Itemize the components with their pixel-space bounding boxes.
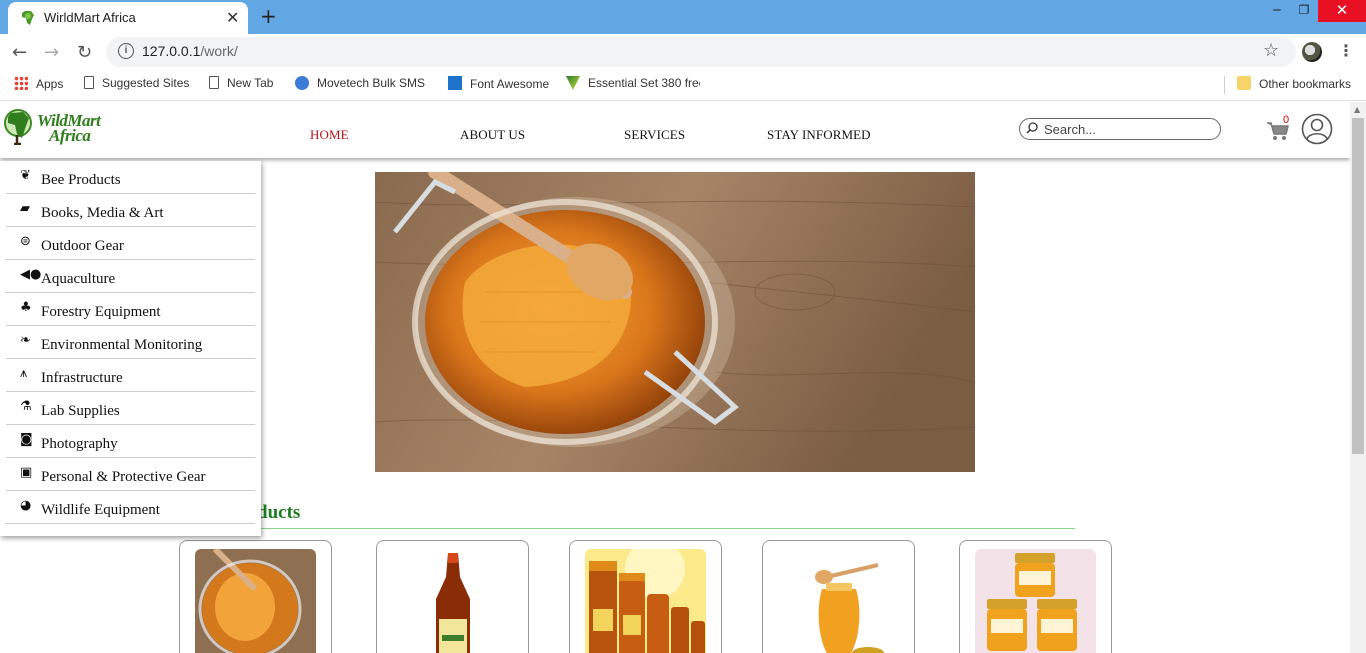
hero-honey-jar-image [375,172,975,472]
browser-toolbar: ← → ↻ i 127.0.0.1/work/ ☆ ⋮ [0,34,1366,70]
trees-icon: ♣ [20,300,32,315]
search-icon [1026,122,1038,134]
nav-about-us[interactable]: ABOUT US [460,127,525,143]
fish-icon: ◀● [20,267,42,282]
bookmarks-divider [1224,76,1225,94]
category-menu: ❦ Bee Products ▰ Books, Media & Art ⊜ Ou… [0,161,261,536]
backpack-icon: ▣ [20,465,33,480]
new-tab-icon[interactable]: + [260,4,277,28]
scrollbar-thumb[interactable] [1352,118,1364,454]
product-card[interactable] [179,540,332,653]
cart-count-badge: 0 [1283,114,1290,126]
browser-menu-icon[interactable]: ⋮ [1338,41,1354,60]
browser-titlebar: WirldMart Africa ✕ + ‒ ❐ ✕ [0,0,1366,34]
hat-icon: ⊜ [20,234,31,249]
reload-icon[interactable]: ↻ [77,42,92,63]
page-scrollbar[interactable]: ▲ [1350,102,1366,653]
window-close-icon[interactable]: ✕ [1318,0,1366,22]
category-item-wildlife-equipment[interactable]: ◕ Wildlife Equipment [6,491,255,524]
restore-icon[interactable]: ❐ [1289,3,1319,17]
africa-favicon-icon [22,11,34,25]
product-image-honeycomb-jar [195,549,316,653]
search-input[interactable] [1044,121,1214,137]
bookmark-new-tab[interactable]: New Tab [209,76,273,90]
category-item-books-media-art[interactable]: ▰ Books, Media & Art [6,194,255,227]
category-item-bee-products[interactable]: ❦ Bee Products [6,161,255,194]
section-divider [230,528,1075,529]
bookmark-other[interactable]: Other bookmarks [1237,76,1351,91]
nav-services[interactable]: SERVICES [624,127,685,143]
elephant-icon: ◕ [20,498,32,513]
page-icon [209,76,219,89]
product-image-honey-jars-set [585,549,706,653]
logo-wordmark: WildMart Africa [37,111,101,145]
category-item-outdoor-gear[interactable]: ⊜ Outdoor Gear [6,227,255,260]
apps-grid-icon [14,76,28,90]
nav-home[interactable]: HOME [310,127,349,143]
info-icon[interactable]: i [118,43,134,59]
flag-icon [448,76,462,90]
category-item-environmental-monitoring[interactable]: ❧ Environmental Monitoring [6,326,255,359]
product-image-honey-dipper-jar [778,549,899,653]
page-icon [84,76,94,89]
site-search[interactable] [1019,118,1221,140]
leaf-icon: ❧ [20,333,31,348]
nav-stay-informed[interactable]: STAY INFORMED [767,127,871,143]
address-bar[interactable]: i 127.0.0.1/work/ ☆ [106,37,1296,67]
product-image-honey-bottle [392,549,513,653]
back-icon[interactable]: ← [12,42,27,63]
site-header: WildMart Africa HOME ABOUT US SERVICES S… [0,102,1350,158]
bookmark-suggested-sites[interactable]: Suggested Sites [84,76,189,90]
category-item-lab-supplies[interactable]: ⚗ Lab Supplies [6,392,255,425]
product-card[interactable] [959,540,1112,653]
category-item-photography[interactable]: ◙ Photography [6,425,255,458]
bee-icon: ❦ [20,168,31,183]
product-card[interactable] [376,540,529,653]
bookmark-essential-set[interactable]: Essential Set 380 free [566,76,700,91]
bookmark-movetech[interactable]: Movetech Bulk SMS с [295,76,429,91]
tab-title: WirldMart Africa [44,10,136,25]
user-account-icon[interactable] [1301,113,1333,145]
page-viewport: WildMart Africa HOME ABOUT US SERVICES S… [0,102,1350,653]
movetech-icon [295,76,309,90]
category-item-personal-protective-gear[interactable]: ▣ Personal & Protective Gear [6,458,255,491]
category-item-infrastructure[interactable]: ⩚ Infrastructure [6,359,255,392]
forward-icon[interactable]: → [44,42,59,63]
microscope-icon: ⚗ [20,399,32,414]
category-item-aquaculture[interactable]: ◀● Aquaculture [6,260,255,293]
site-logo[interactable]: WildMart Africa [3,105,101,153]
folder-icon [1237,76,1251,90]
scroll-up-arrow-icon[interactable]: ▲ [1354,105,1360,114]
africa-globe-icon [4,109,32,145]
bookmark-apps[interactable]: Apps [14,76,63,91]
category-item-forestry-equipment[interactable]: ♣ Forestry Equipment [6,293,255,326]
essential-set-icon [566,76,580,90]
browser-tab[interactable]: WirldMart Africa ✕ [8,2,248,34]
close-tab-icon[interactable]: ✕ [226,8,239,27]
url-text[interactable]: 127.0.0.1/work/ [142,43,238,59]
product-card[interactable] [569,540,722,653]
road-icon: ⩚ [20,366,28,381]
bookmarks-bar: Apps Suggested Sites New Tab Movetech Bu… [0,70,1366,101]
bookmark-star-icon[interactable]: ☆ [1263,40,1279,61]
minimize-icon[interactable]: ‒ [1262,2,1292,18]
product-image-small-honey-jars [975,549,1096,653]
camera-icon: ◙ [20,432,33,447]
book-icon: ▰ [20,201,30,216]
product-card[interactable] [762,540,915,653]
profile-avatar[interactable] [1302,42,1322,62]
bookmark-font-awesome[interactable]: Font Awesome [448,76,549,91]
